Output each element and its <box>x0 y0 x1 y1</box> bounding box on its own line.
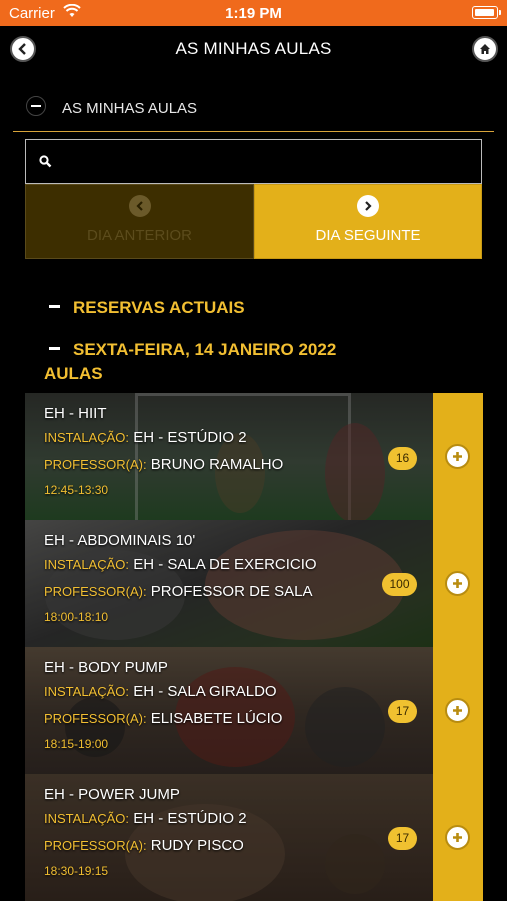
add-class-button[interactable] <box>445 444 470 469</box>
collapse-icon <box>26 96 46 116</box>
class-time: 18:30-19:15 <box>44 864 109 878</box>
class-name: EH - HIIT <box>44 405 107 422</box>
count-badge: 17 <box>388 827 417 850</box>
date-group[interactable]: SEXTA-FEIRA, 14 JANEIRO 2022 <box>49 340 336 360</box>
location-label: INSTALAÇÃO: <box>44 684 130 699</box>
add-class-button[interactable] <box>445 571 470 596</box>
clock: 1:19 PM <box>225 5 282 22</box>
teacher-label: PROFESSOR(A): <box>44 838 147 853</box>
location-value: EH - SALA GIRALDO <box>133 683 277 700</box>
page-title: AS MINHAS AULAS <box>175 39 332 58</box>
class-name: EH - ABDOMINAIS 10' <box>44 532 196 549</box>
teacher-label: PROFESSOR(A): <box>44 711 147 726</box>
class-card[interactable]: EH - POWER JUMP INSTALAÇÃO: EH - ESTÚDIO… <box>25 774 483 901</box>
teacher-value: PROFESSOR DE SALA <box>150 583 313 600</box>
chevron-right-icon <box>357 195 379 217</box>
location-value: EH - ESTÚDIO 2 <box>133 429 247 446</box>
collapse-dash-icon <box>49 305 60 309</box>
nav-bar: AS MINHAS AULAS <box>0 26 507 72</box>
home-icon <box>480 44 490 54</box>
class-name: EH - POWER JUMP <box>44 786 180 803</box>
previous-day-button[interactable]: DIA ANTERIOR <box>25 184 254 259</box>
reservations-title: RESERVAS ACTUAIS <box>73 298 245 317</box>
previous-day-label: DIA ANTERIOR <box>86 227 193 244</box>
teacher-label: PROFESSOR(A): <box>44 584 147 599</box>
section-header[interactable]: AS MINHAS AULAS <box>26 96 486 122</box>
plus-icon <box>453 706 462 715</box>
count-badge: 16 <box>388 447 417 470</box>
class-card[interactable]: EH - ABDOMINAIS 10' INSTALAÇÃO: EH - SAL… <box>25 520 483 647</box>
classes-heading: AULAS <box>44 364 103 383</box>
status-bar: Carrier 1:19 PM <box>0 0 507 26</box>
search-icon <box>39 155 52 168</box>
search-field[interactable] <box>25 139 482 184</box>
count-badge: 17 <box>388 700 417 723</box>
location-label: INSTALAÇÃO: <box>44 557 130 572</box>
location-value: EH - SALA DE EXERCICIO <box>133 556 317 573</box>
add-class-button[interactable] <box>445 698 470 723</box>
collapse-dash-icon <box>49 347 60 351</box>
divider <box>13 131 494 132</box>
count-badge: 100 <box>382 573 417 596</box>
next-day-button[interactable]: DIA SEGUINTE <box>254 184 482 259</box>
add-class-button[interactable] <box>445 825 470 850</box>
home-button[interactable] <box>472 36 498 62</box>
plus-icon <box>453 452 462 461</box>
class-time: 18:00-18:10 <box>44 610 109 624</box>
reservations-group[interactable]: RESERVAS ACTUAIS <box>49 298 245 318</box>
date-title: SEXTA-FEIRA, 14 JANEIRO 2022 <box>73 340 337 359</box>
location-value: EH - ESTÚDIO 2 <box>133 810 247 827</box>
class-time: 18:15-19:00 <box>44 737 109 751</box>
location-label: INSTALAÇÃO: <box>44 430 130 445</box>
class-time: 12:45-13:30 <box>44 483 109 497</box>
plus-icon <box>453 833 462 842</box>
next-day-label: DIA SEGUINTE <box>315 227 421 244</box>
class-card[interactable]: EH - HIIT INSTALAÇÃO: EH - ESTÚDIO 2 PRO… <box>25 393 483 520</box>
teacher-value: ELISABETE LÚCIO <box>150 710 283 727</box>
teacher-value: BRUNO RAMALHO <box>150 456 284 473</box>
battery-icon <box>472 6 501 19</box>
class-card[interactable]: EH - BODY PUMP INSTALAÇÃO: EH - SALA GIR… <box>25 647 483 774</box>
chevron-left-icon <box>128 195 151 217</box>
section-title: AS MINHAS AULAS <box>62 100 198 117</box>
teacher-label: PROFESSOR(A): <box>44 457 147 472</box>
class-name: EH - BODY PUMP <box>44 659 168 676</box>
teacher-value: RUDY PISCO <box>150 837 244 854</box>
plus-icon <box>453 579 462 588</box>
location-label: INSTALAÇÃO: <box>44 811 130 826</box>
